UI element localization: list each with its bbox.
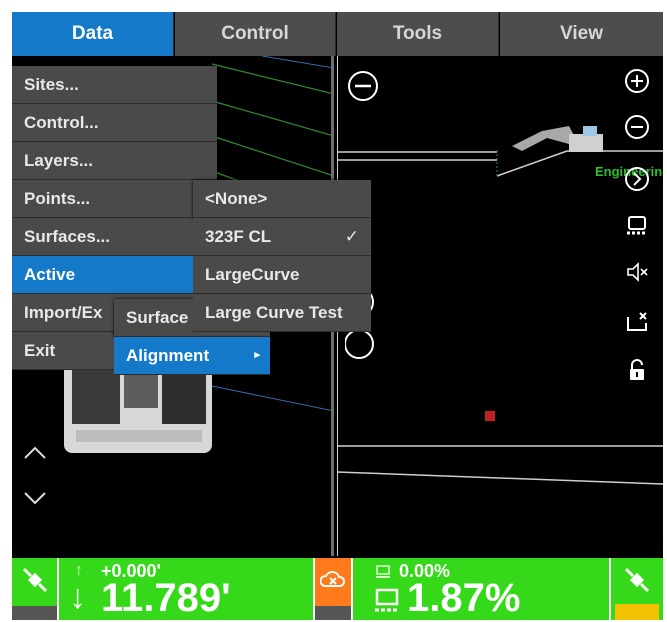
menu-item-active[interactable]: Active — [12, 256, 217, 294]
tab-control[interactable]: Control — [175, 12, 336, 56]
scroll-down-icon[interactable] — [22, 484, 48, 510]
machine-icon[interactable] — [622, 212, 652, 242]
grade-value: 1.87% — [407, 576, 521, 620]
tab-view[interactable]: View — [500, 12, 663, 56]
zoom-in-icon[interactable] — [622, 66, 652, 96]
elevation-panel: ↑ +0.000' ↓ 11.789' — [59, 558, 313, 620]
menu-item-sites[interactable]: Sites... — [12, 66, 217, 104]
alignment-item-label: Large Curve Test — [205, 303, 343, 322]
check-icon: ✓ — [344, 227, 359, 246]
warning-panel[interactable] — [315, 558, 351, 620]
auto-mode-badge — [615, 604, 659, 620]
tab-data[interactable]: Data — [12, 12, 174, 56]
mute-icon[interactable] — [622, 257, 652, 287]
machine-small-icon — [375, 565, 391, 579]
machine-large-icon — [373, 588, 401, 614]
alignment-item-label: 323F CL — [205, 227, 272, 246]
profile-graphics — [337, 56, 663, 556]
gps-status-right[interactable] — [611, 558, 663, 620]
grade-panel: 0.00% 1.87% — [353, 558, 609, 620]
submenu-arrow-icon: ▸ — [254, 349, 260, 361]
gps-icon — [21, 566, 49, 594]
gps-icon — [623, 566, 651, 594]
elevation-value: 11.789' — [101, 576, 231, 620]
menu-item-surfaces[interactable]: Surfaces... — [12, 218, 217, 256]
gps-status-left[interactable] — [12, 558, 57, 620]
lock-icon[interactable] — [622, 355, 652, 385]
submenu-item-alignment[interactable]: Alignment ▸ — [114, 337, 270, 375]
alignment-item-large-curve-test[interactable]: Large Curve Test — [193, 294, 371, 332]
warning-cloud-icon — [319, 568, 346, 590]
chevron-right-circle-icon[interactable] — [622, 164, 652, 194]
status-bar: ↑ +0.000' ↓ 11.789' 0.00% 1.87% — [12, 558, 663, 620]
bucket-icon[interactable] — [622, 307, 652, 337]
menu-item-points[interactable]: Points... — [12, 180, 217, 218]
warning-status-strip — [315, 606, 351, 620]
alignment-item-largecurve[interactable]: LargeCurve — [193, 256, 371, 294]
alignment-item-label: <None> — [205, 189, 268, 208]
zoom-out-icon[interactable] — [622, 112, 652, 142]
tab-tools[interactable]: Tools — [337, 12, 499, 56]
alignment-item-label: LargeCurve — [205, 265, 300, 284]
zoom-out-icon[interactable] — [347, 70, 379, 102]
alignment-item-323f-cl[interactable]: 323F CL ✓ — [193, 218, 371, 256]
menu-item-layers[interactable]: Layers... — [12, 142, 217, 180]
gps-status-strip — [12, 606, 57, 620]
profile-view[interactable]: Engineering — [337, 56, 663, 556]
scroll-up-icon[interactable] — [22, 441, 48, 467]
down-arrow-icon: ↓ — [69, 578, 86, 616]
menu-item-control[interactable]: Control... — [12, 104, 217, 142]
submenu-item-alignment-label: Alignment — [126, 346, 210, 365]
app-window: Data Control Tools View Engineering Site… — [12, 12, 663, 620]
alignment-item-none[interactable]: <None> — [193, 180, 371, 218]
